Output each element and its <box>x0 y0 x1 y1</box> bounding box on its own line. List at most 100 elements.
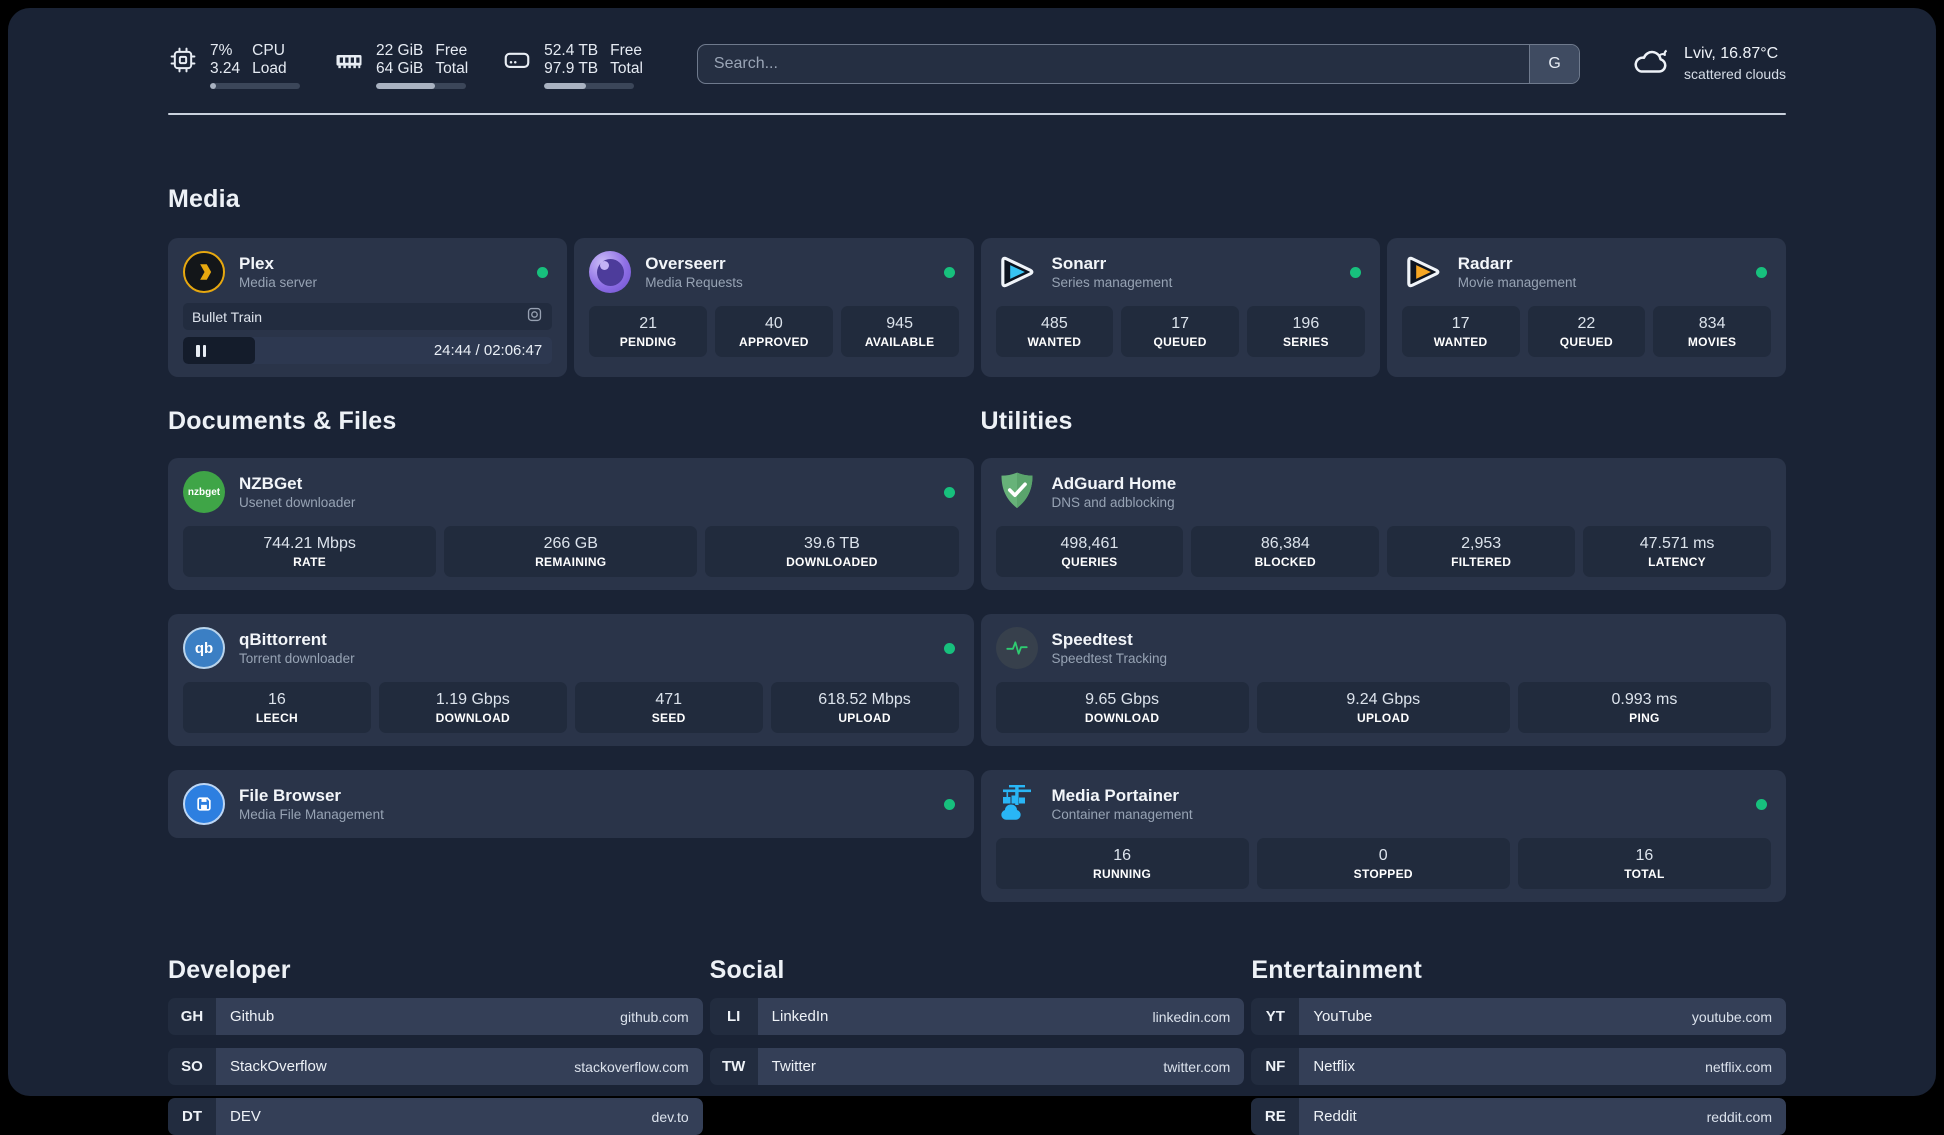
bookmark-name: LinkedIn <box>772 1008 1153 1025</box>
bookmark-name: YouTube <box>1313 1008 1692 1025</box>
app-card-filebrowser[interactable]: File Browser Media File Management <box>168 770 974 838</box>
now-playing-title: Bullet Train <box>192 309 526 325</box>
portainer-icon <box>996 783 1038 825</box>
app-name: Plex <box>239 253 537 274</box>
app-card-nzbget[interactable]: nzbget NZBGet Usenet downloader 744.21 M… <box>168 458 974 590</box>
bookmark-abbr: YT <box>1251 998 1299 1035</box>
playback-progress-bar[interactable]: 24:44 / 02:06:47 <box>183 337 552 364</box>
section-title-documents: Documents & Files <box>168 407 974 436</box>
stat-wanted: 485 WANTED <box>996 306 1114 357</box>
bookmark-url: twitter.com <box>1163 1059 1230 1075</box>
cpu-label: CPU <box>252 42 286 60</box>
app-name: AdGuard Home <box>1052 473 1772 494</box>
bookmark-youtube[interactable]: YT YouTube youtube.com <box>1251 998 1786 1035</box>
bookmark-abbr: LI <box>710 998 758 1035</box>
bookmark-url: youtube.com <box>1692 1009 1772 1025</box>
app-name: NZBGet <box>239 473 944 494</box>
stat-queued: 22 QUEUED <box>1528 306 1646 357</box>
app-card-speedtest[interactable]: Speedtest Speedtest Tracking 9.65 Gbps D… <box>981 614 1787 746</box>
status-dot <box>944 267 955 278</box>
sonarr-icon <box>996 251 1038 293</box>
nzbget-icon: nzbget <box>183 471 225 513</box>
weather-condition: scattered clouds <box>1684 64 1786 84</box>
header-divider <box>168 113 1786 115</box>
ram-total-value: 64 GiB <box>376 60 423 78</box>
weather-location: Lviv, 16.87°C <box>1684 44 1786 64</box>
pause-icon[interactable] <box>183 337 255 364</box>
section-title-utilities: Utilities <box>981 407 1787 436</box>
overseerr-icon <box>589 251 631 293</box>
speedtest-icon <box>996 627 1038 669</box>
bookmark-url: linkedin.com <box>1153 1009 1231 1025</box>
stat-total: 16 TOTAL <box>1518 838 1771 889</box>
bookmark-url: stackoverflow.com <box>574 1059 688 1075</box>
bookmark-name: Netflix <box>1313 1058 1705 1075</box>
app-subtitle: Container management <box>1052 806 1757 823</box>
app-subtitle: Speedtest Tracking <box>1052 650 1772 667</box>
app-subtitle: Series management <box>1052 274 1350 291</box>
ram-total-label: Total <box>435 60 468 78</box>
section-title-media: Media <box>168 185 1786 214</box>
bookmark-name: Twitter <box>772 1058 1164 1075</box>
bookmark-github[interactable]: GH Github github.com <box>168 998 703 1035</box>
app-card-plex[interactable]: Plex Media server Bullet Train 24:44 / 0… <box>168 238 567 377</box>
stat-available: 945 AVAILABLE <box>841 306 959 357</box>
stat-series: 196 SERIES <box>1247 306 1365 357</box>
app-name: Radarr <box>1458 253 1756 274</box>
bookmark-twitter[interactable]: TW Twitter twitter.com <box>710 1048 1245 1085</box>
bookmark-linkedin[interactable]: LI LinkedIn linkedin.com <box>710 998 1245 1035</box>
section-title-social: Social <box>710 956 1245 985</box>
stat-ping: 0.993 ms PING <box>1518 682 1771 733</box>
app-card-overseerr[interactable]: Overseerr Media Requests 21 PENDING 40 A… <box>574 238 973 377</box>
app-name: Sonarr <box>1052 253 1350 274</box>
now-playing-bar[interactable]: Bullet Train <box>183 303 552 330</box>
stat-filtered: 2,953 FILTERED <box>1387 526 1575 577</box>
stat-remaining: 266 GB REMAINING <box>444 526 697 577</box>
weather-widget: Lviv, 16.87°C scattered clouds <box>1630 44 1786 84</box>
bookmark-abbr: NF <box>1251 1048 1299 1085</box>
stat-downloaded: 39.6 TB DOWNLOADED <box>705 526 958 577</box>
cpu-stat: 7% 3.24 CPU Load <box>168 42 300 89</box>
cloud-icon <box>1630 45 1672 84</box>
stat-running: 16 RUNNING <box>996 838 1249 889</box>
stat-queries: 498,461 QUERIES <box>996 526 1184 577</box>
stat-upload: 9.24 Gbps UPLOAD <box>1257 682 1510 733</box>
bookmark-name: Github <box>230 1008 620 1025</box>
app-subtitle: Torrent downloader <box>239 650 944 667</box>
stat-rate: 744.21 Mbps RATE <box>183 526 436 577</box>
bookmark-url: github.com <box>620 1009 688 1025</box>
app-card-portainer[interactable]: Media Portainer Container management 16 … <box>981 770 1787 902</box>
stat-seed: 471 SEED <box>575 682 763 733</box>
search-engine-button[interactable]: G <box>1529 45 1579 83</box>
app-card-sonarr[interactable]: Sonarr Series management 485 WANTED 17 Q… <box>981 238 1380 377</box>
qbittorrent-icon: qb <box>183 627 225 669</box>
cpu-load-label: Load <box>252 60 286 78</box>
stat-approved: 40 APPROVED <box>715 306 833 357</box>
search-input[interactable] <box>698 45 1529 83</box>
stat-latency: 47.571 ms LATENCY <box>1583 526 1771 577</box>
ram-progress-fill <box>376 83 435 89</box>
cpu-progress-fill <box>210 83 216 89</box>
app-card-adguard[interactable]: AdGuard Home DNS and adblocking 498,461 … <box>981 458 1787 590</box>
stat-queued: 17 QUEUED <box>1121 306 1239 357</box>
app-name: File Browser <box>239 785 944 806</box>
bookmark-url: netflix.com <box>1705 1059 1772 1075</box>
app-card-radarr[interactable]: Radarr Movie management 17 WANTED 22 QUE… <box>1387 238 1786 377</box>
header: 7% 3.24 CPU Load <box>168 42 1786 89</box>
disk-total-value: 97.9 TB <box>544 60 598 78</box>
stat-blocked: 86,384 BLOCKED <box>1191 526 1379 577</box>
cpu-progress-track <box>210 83 300 89</box>
bookmark-url: reddit.com <box>1707 1109 1772 1125</box>
section-title-developer: Developer <box>168 956 703 985</box>
app-name: Overseerr <box>645 253 943 274</box>
app-subtitle: Media server <box>239 274 537 291</box>
bookmark-abbr: SO <box>168 1048 216 1085</box>
stat-upload: 618.52 Mbps UPLOAD <box>771 682 959 733</box>
bookmark-netflix[interactable]: NF Netflix netflix.com <box>1251 1048 1786 1085</box>
app-card-qbittorrent[interactable]: qb qBittorrent Torrent downloader 16 LEE… <box>168 614 974 746</box>
stat-download: 1.19 Gbps DOWNLOAD <box>379 682 567 733</box>
app-subtitle: DNS and adblocking <box>1052 494 1772 511</box>
bookmark-stackoverflow[interactable]: SO StackOverflow stackoverflow.com <box>168 1048 703 1085</box>
status-dot <box>537 267 548 278</box>
stat-stopped: 0 STOPPED <box>1257 838 1510 889</box>
